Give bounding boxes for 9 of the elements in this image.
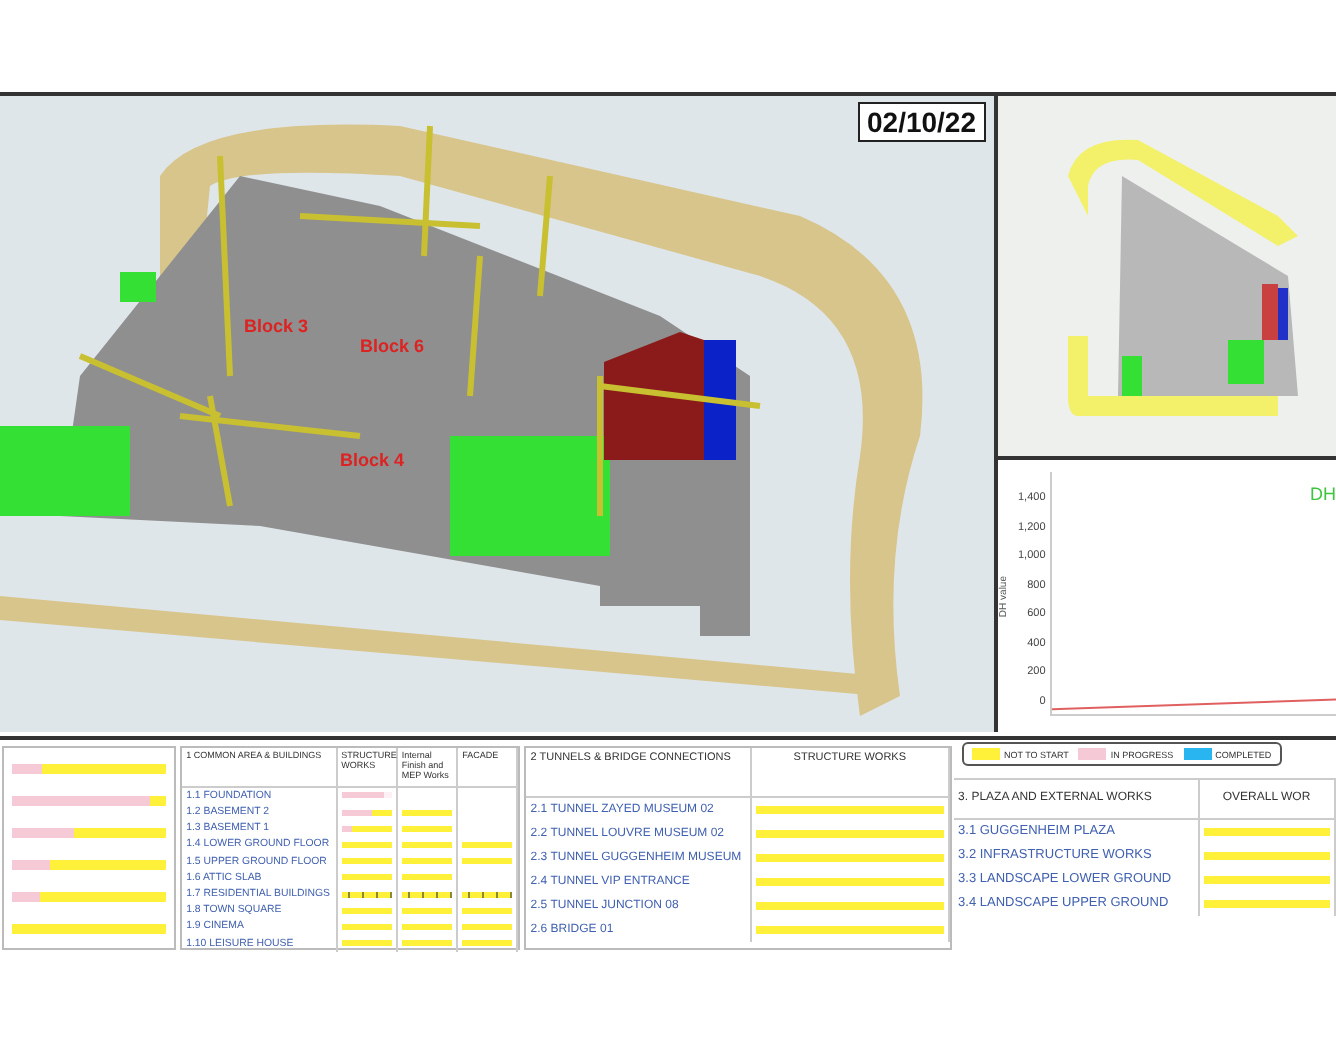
annex-block-drawing <box>1278 288 1288 340</box>
block-label: Block 6 <box>360 336 425 356</box>
chart-title: DH <box>1310 484 1336 504</box>
block-label: Block 4 <box>340 450 405 470</box>
landscaped-area-drawing <box>1122 340 1264 396</box>
annex-block-drawing <box>704 340 736 460</box>
block-label: Block 3 <box>244 316 309 336</box>
tower-block-drawing <box>1262 284 1278 340</box>
date-label: 02/10/22 <box>857 102 986 142</box>
